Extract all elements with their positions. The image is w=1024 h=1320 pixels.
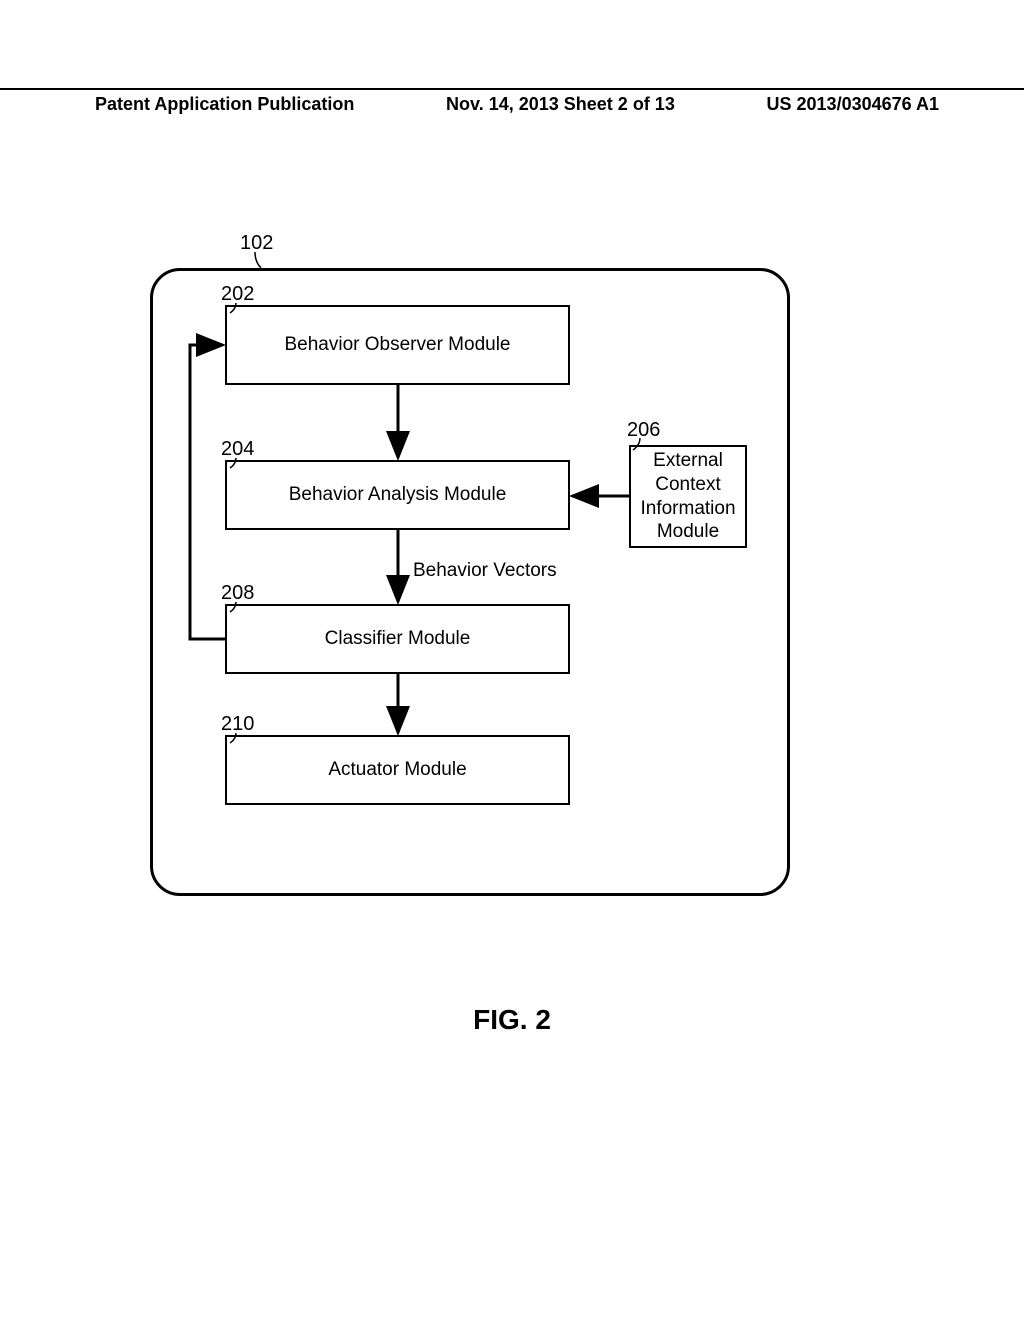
leader-204 [230,458,236,468]
leader-206 [633,438,640,450]
leader-102 [255,252,261,268]
diagram: 102 202 204 206 208 210 Behavior Observe… [0,0,1024,1320]
leader-208 [230,602,236,612]
arrows-layer [0,0,1024,1320]
leader-202 [230,303,236,313]
arrow-classifier-to-observer [190,345,225,639]
leader-210 [230,733,236,743]
figure-caption: FIG. 2 [0,1004,1024,1036]
